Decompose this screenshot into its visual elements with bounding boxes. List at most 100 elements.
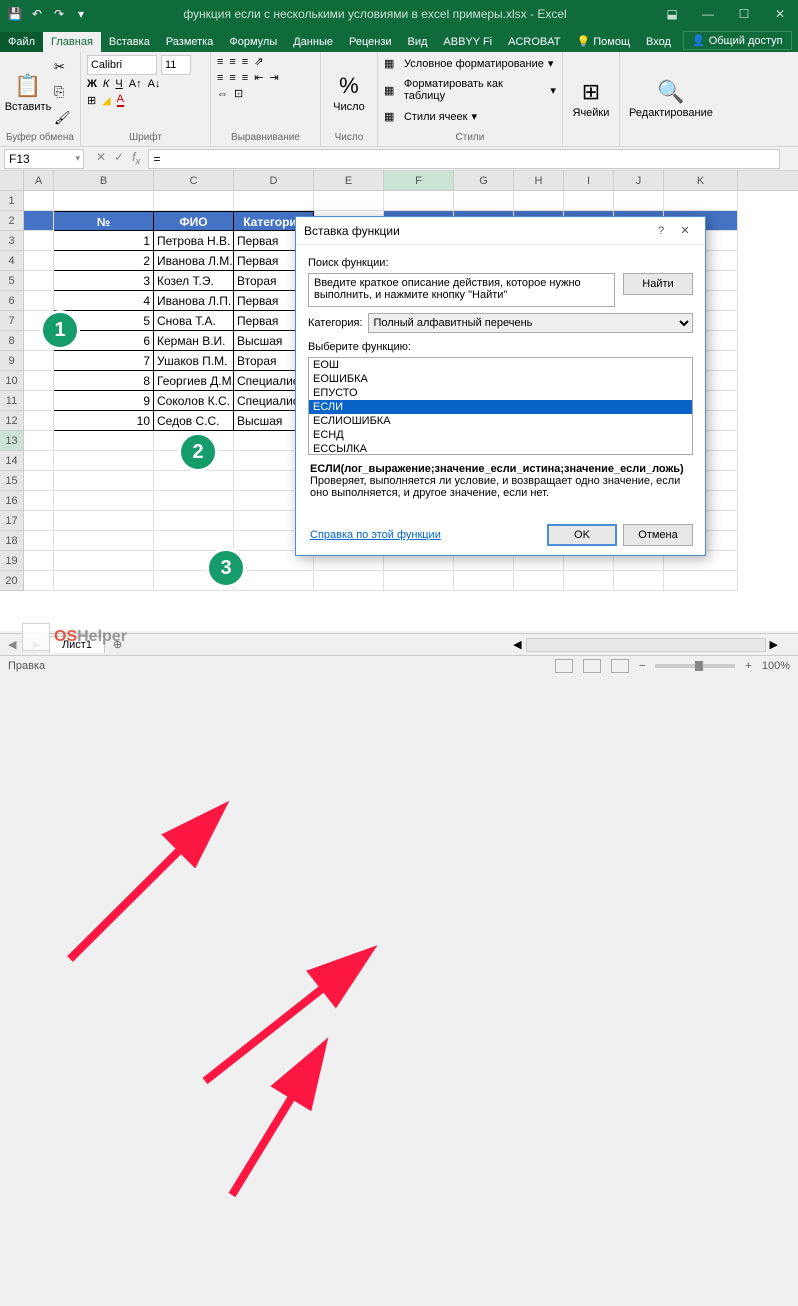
format-painter-icon[interactable]: 🖌	[54, 110, 71, 126]
cell[interactable]: Петрова Н.В.	[154, 231, 234, 251]
view-layout-icon[interactable]	[583, 659, 601, 673]
cell[interactable]: 2	[54, 251, 154, 271]
row-header[interactable]: 10	[0, 371, 24, 391]
column-header[interactable]: J	[614, 171, 664, 190]
column-header[interactable]: E	[314, 171, 384, 190]
cell[interactable]: Соколов К.С.	[154, 391, 234, 411]
font-size-select[interactable]	[161, 55, 191, 75]
tab-insert[interactable]: Вставка	[101, 32, 158, 52]
cancel-formula-icon[interactable]: ✕	[96, 150, 106, 167]
row-header[interactable]: 12	[0, 411, 24, 431]
cell[interactable]	[24, 551, 54, 571]
cell[interactable]	[54, 571, 154, 591]
shrink-font-icon[interactable]: A↓	[148, 78, 161, 90]
function-list-item[interactable]: ЕСЛИ	[309, 400, 692, 414]
column-header[interactable]: C	[154, 171, 234, 190]
name-box[interactable]: F13	[4, 149, 84, 169]
row-header[interactable]: 7	[0, 311, 24, 331]
cell[interactable]	[24, 431, 54, 451]
cell[interactable]	[154, 191, 234, 211]
row-header[interactable]: 5	[0, 271, 24, 291]
cell[interactable]: Иванова Л.П.	[154, 291, 234, 311]
conditional-formatting-button[interactable]: ▦Условное форматирование ▾	[384, 55, 556, 72]
align-mid-icon[interactable]: ≡	[229, 56, 235, 68]
align-right-icon[interactable]: ≡	[242, 72, 248, 84]
cell[interactable]	[54, 511, 154, 531]
cell[interactable]	[564, 191, 614, 211]
view-normal-icon[interactable]	[555, 659, 573, 673]
help-link[interactable]: Справка по этой функции	[308, 523, 443, 547]
align-center-icon[interactable]: ≡	[229, 72, 235, 84]
share-button[interactable]: 👤 Общий доступ	[683, 31, 792, 50]
horizontal-scrollbar[interactable]	[526, 638, 766, 652]
close-icon[interactable]: ✕	[762, 0, 798, 28]
italic-button[interactable]: К	[103, 78, 109, 90]
cell[interactable]	[24, 211, 54, 231]
indent-inc-icon[interactable]: ⇥	[269, 71, 278, 84]
fill-color-icon[interactable]: ◢	[102, 94, 110, 107]
cell[interactable]	[24, 371, 54, 391]
hscroll-left-icon[interactable]: ◀	[513, 638, 521, 651]
tab-formulas[interactable]: Формулы	[221, 32, 285, 52]
cell[interactable]: ФИО	[154, 211, 234, 231]
indent-dec-icon[interactable]: ⇤	[254, 71, 263, 84]
ok-button[interactable]: OK	[547, 524, 617, 546]
cell[interactable]: Георгиев Д.М.	[154, 371, 234, 391]
tab-acrobat[interactable]: ACROBAT	[500, 32, 568, 52]
cell[interactable]	[54, 471, 154, 491]
number-format-button[interactable]: % Число	[327, 55, 371, 130]
cut-icon[interactable]: ✂	[54, 59, 71, 75]
function-list-item[interactable]: ЕОШ	[309, 358, 692, 372]
tab-data[interactable]: Данные	[285, 32, 341, 52]
editing-button[interactable]: 🔍Редактирование	[626, 55, 716, 143]
row-header[interactable]: 11	[0, 391, 24, 411]
cancel-button[interactable]: Отмена	[623, 524, 693, 546]
zoom-slider[interactable]	[655, 664, 735, 668]
cell[interactable]	[24, 251, 54, 271]
cell[interactable]	[24, 471, 54, 491]
cell[interactable]	[154, 511, 234, 531]
cell[interactable]	[24, 411, 54, 431]
ribbon-options-icon[interactable]: ⬓	[654, 0, 690, 28]
cell[interactable]	[54, 491, 154, 511]
cell[interactable]	[54, 551, 154, 571]
wrap-text-icon[interactable]: ⇔	[217, 88, 228, 100]
cell[interactable]	[24, 391, 54, 411]
cell[interactable]	[24, 291, 54, 311]
align-bot-icon[interactable]: ≡	[242, 56, 248, 68]
row-header[interactable]: 19	[0, 551, 24, 571]
cell[interactable]	[24, 351, 54, 371]
cell[interactable]: Керман В.И.	[154, 331, 234, 351]
row-header[interactable]: 8	[0, 331, 24, 351]
column-header[interactable]: H	[514, 171, 564, 190]
cell[interactable]	[24, 451, 54, 471]
paste-button[interactable]: 📋 Вставить	[6, 55, 50, 130]
cell[interactable]	[564, 571, 614, 591]
cell[interactable]	[614, 191, 664, 211]
formula-input[interactable]: =	[148, 149, 780, 169]
tab-file[interactable]: Файл	[0, 32, 43, 52]
minimize-icon[interactable]: —	[690, 0, 726, 28]
cell[interactable]	[54, 531, 154, 551]
cell[interactable]: Седов С.С.	[154, 411, 234, 431]
row-header[interactable]: 13	[0, 431, 24, 451]
cell[interactable]: Козел Т.Э.	[154, 271, 234, 291]
borders-icon[interactable]: ⊞	[87, 94, 96, 107]
format-as-table-button[interactable]: ▦Форматировать как таблицу ▾	[384, 76, 556, 104]
select-all-button[interactable]	[0, 171, 24, 190]
dialog-help-icon[interactable]: ?	[649, 225, 673, 237]
cell[interactable]	[454, 571, 514, 591]
maximize-icon[interactable]: ☐	[726, 0, 762, 28]
row-header[interactable]: 18	[0, 531, 24, 551]
font-name-select[interactable]	[87, 55, 157, 75]
accept-formula-icon[interactable]: ✓	[114, 150, 124, 167]
row-header[interactable]: 16	[0, 491, 24, 511]
cell[interactable]	[24, 231, 54, 251]
dialog-close-icon[interactable]: ✕	[673, 224, 697, 237]
cell[interactable]	[24, 491, 54, 511]
zoom-in-icon[interactable]: +	[745, 660, 751, 672]
row-header[interactable]: 20	[0, 571, 24, 591]
cell[interactable]: 3	[54, 271, 154, 291]
row-header[interactable]: 15	[0, 471, 24, 491]
category-select[interactable]: Полный алфавитный перечень	[368, 313, 693, 333]
